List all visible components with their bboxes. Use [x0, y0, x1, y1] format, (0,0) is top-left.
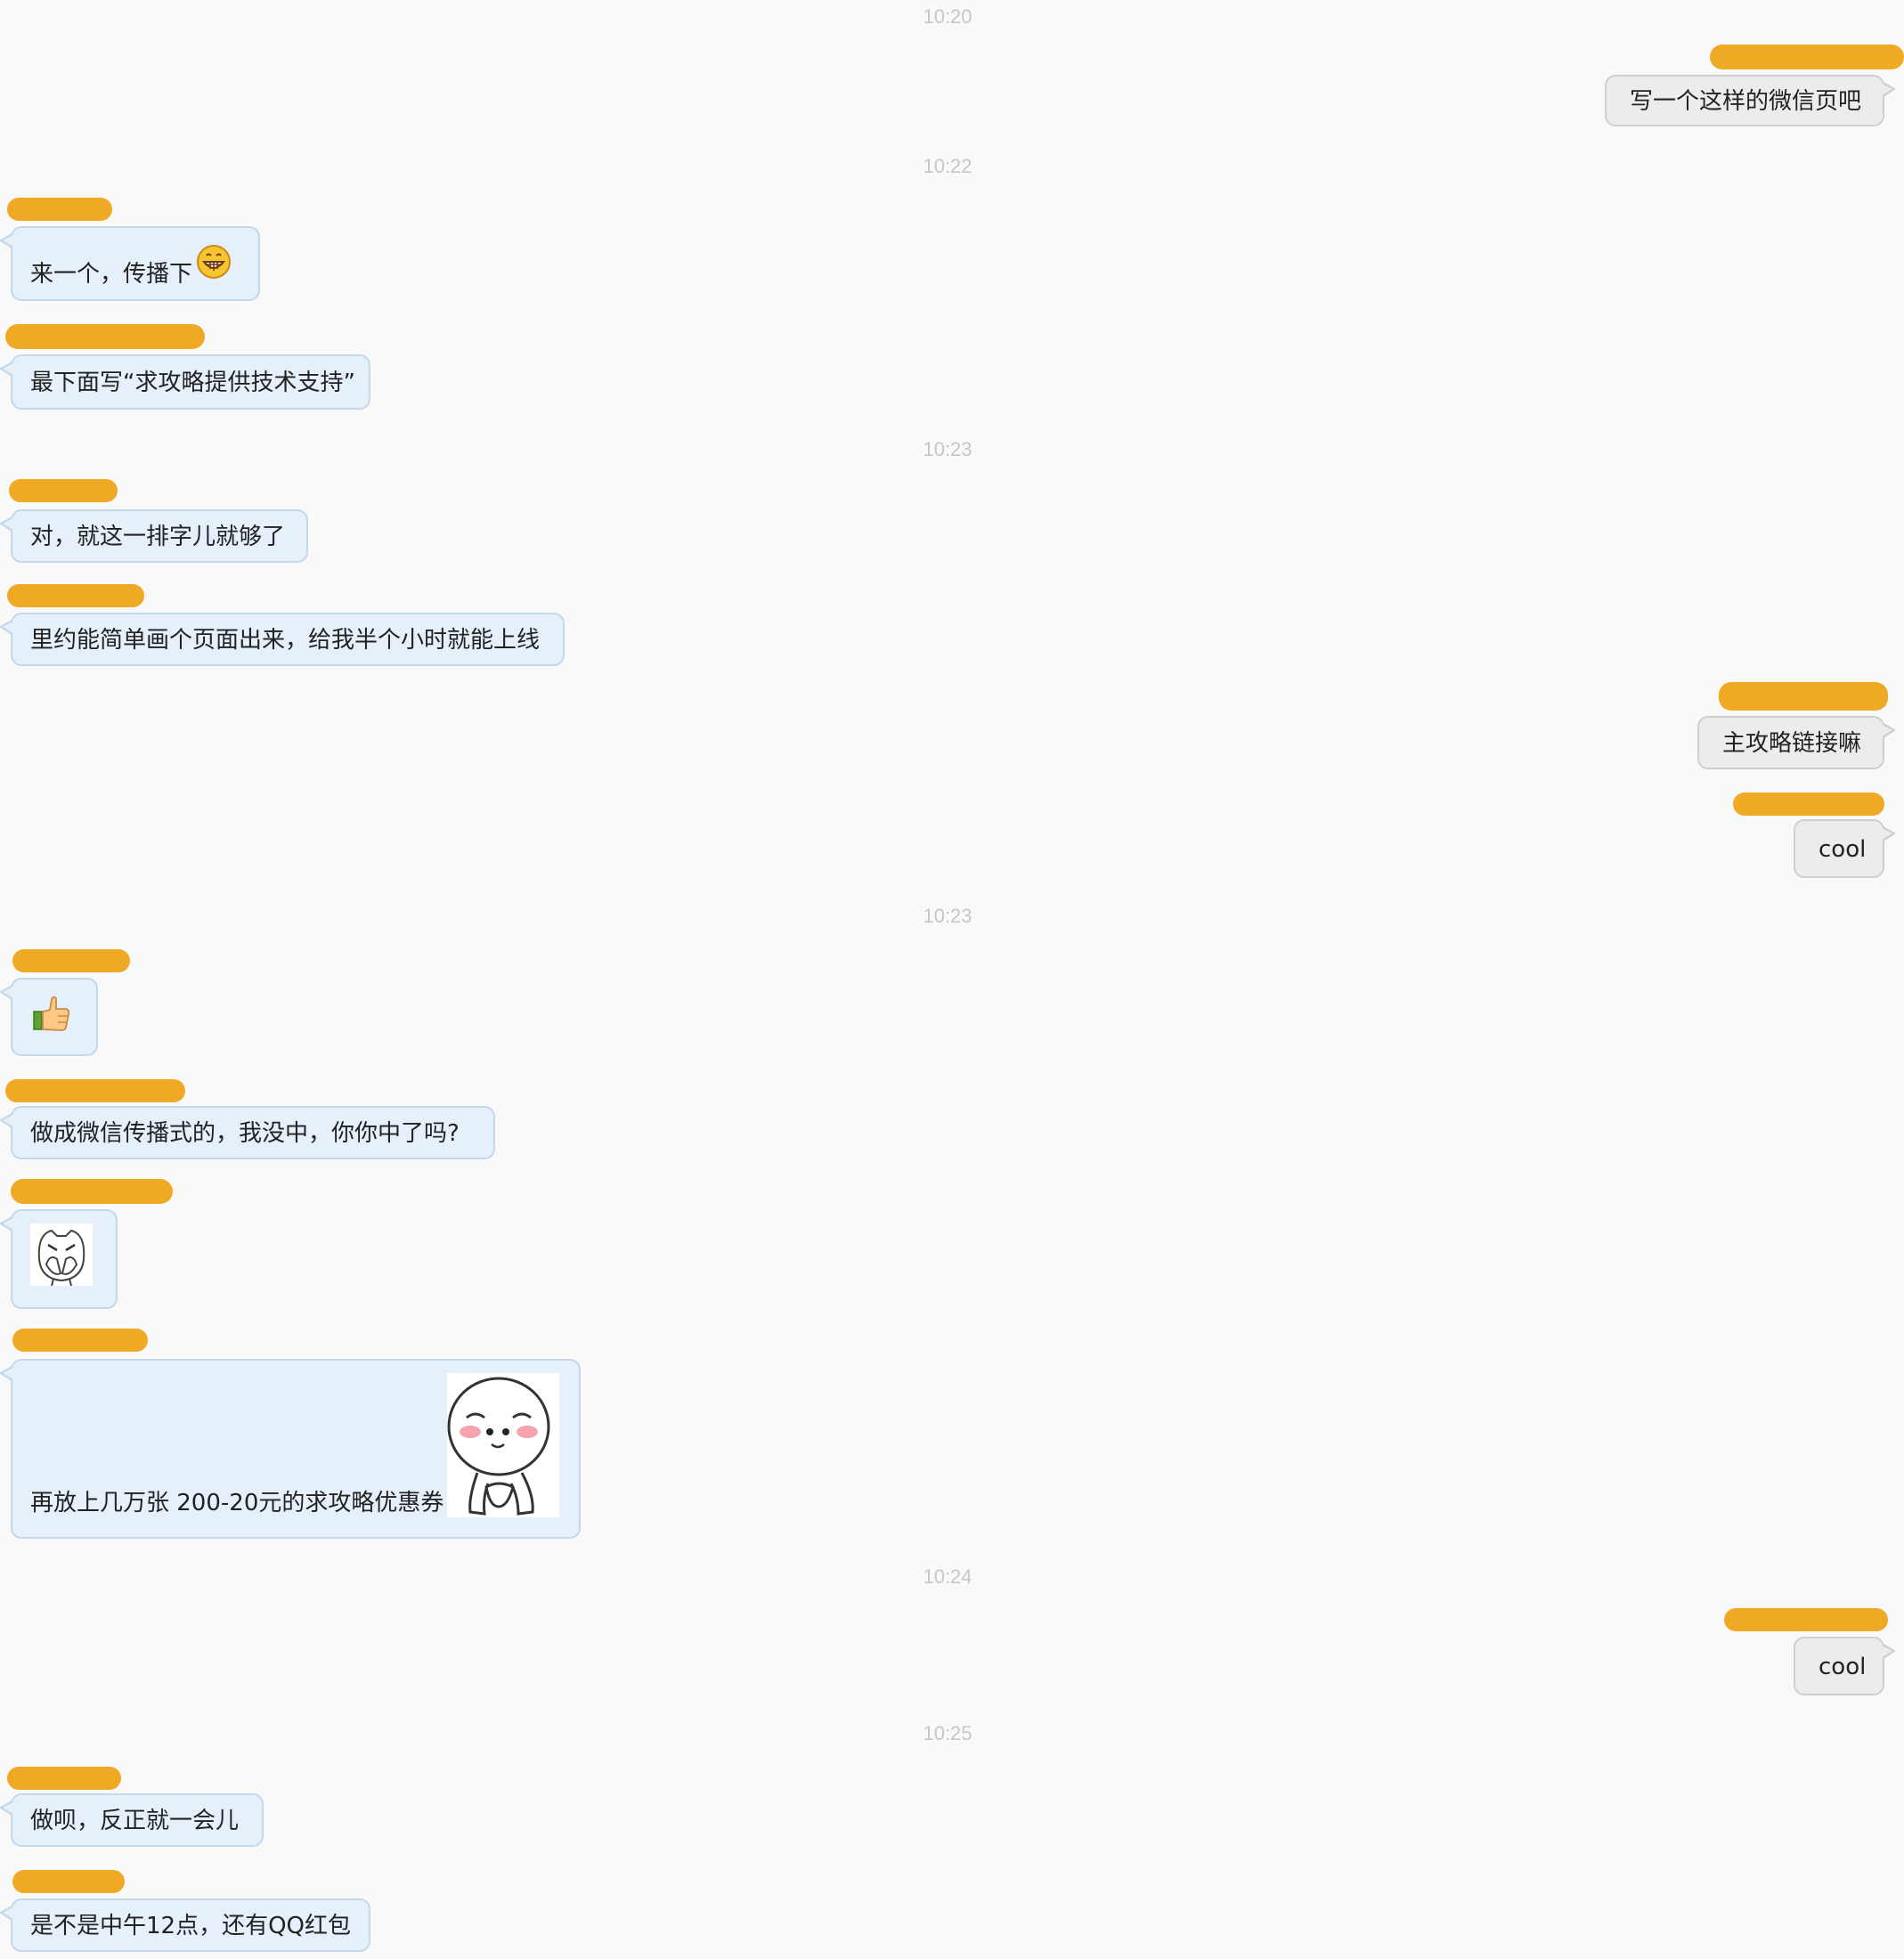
- message-text: 主攻略链接嘛: [1722, 729, 1862, 757]
- redacted-sender-name: [7, 198, 112, 221]
- message-text: 最下面写“求攻略提供技术支持”: [30, 369, 355, 396]
- message-text: 写一个这样的微信页吧: [1630, 87, 1862, 115]
- grinning-emoji-icon: [196, 244, 232, 280]
- timestamp: 10:24: [923, 1565, 972, 1588]
- redacted-sender-name: [12, 949, 130, 972]
- redacted-sender-name: [1710, 45, 1904, 69]
- redacted-sender-name: [9, 479, 118, 502]
- redacted-sender-name: [1719, 682, 1888, 711]
- message-bubble-incoming[interactable]: [0, 978, 98, 1056]
- redacted-sender-name: [5, 1079, 185, 1102]
- message-text: 来一个，传播下: [30, 260, 193, 288]
- message-bubble-outgoing[interactable]: cool: [1794, 1637, 1896, 1695]
- redacted-sender-name: [12, 1870, 125, 1893]
- redacted-sender-name: [1724, 1608, 1888, 1631]
- message-text: cool: [1819, 1653, 1867, 1680]
- redacted-sender-name: [12, 1329, 148, 1352]
- timestamp: 10:20: [923, 5, 972, 28]
- message-bubble-incoming[interactable]: 里约能简单画个页面出来，给我半个小时就能上线: [0, 613, 565, 666]
- redacted-sender-name: [7, 584, 144, 607]
- message-text: 再放上几万张 200-20元的求攻略优惠券: [30, 1489, 444, 1516]
- message-bubble-outgoing[interactable]: cool: [1794, 819, 1896, 878]
- covering-face-sticker-icon: [30, 1223, 93, 1287]
- message-bubble-incoming[interactable]: 做呗，反正就一会儿: [0, 1793, 264, 1847]
- timestamp: 10:23: [923, 905, 972, 927]
- redacted-sender-name: [1733, 793, 1884, 816]
- message-bubble-incoming[interactable]: 来一个，传播下: [0, 226, 260, 301]
- message-text: 做成微信传播式的，我没中，你你中了吗?: [30, 1119, 460, 1147]
- message-text: 是不是中午12点，还有QQ红包: [30, 1912, 352, 1939]
- message-text: 里约能简单画个页面出来，给我半个小时就能上线: [30, 626, 541, 654]
- shy-face-sticker-icon: [447, 1373, 559, 1517]
- timestamp: 10:23: [923, 438, 972, 460]
- redacted-sender-name: [7, 1767, 121, 1790]
- message-text: cool: [1819, 835, 1867, 863]
- message-bubble-incoming[interactable]: 再放上几万张 200-20元的求攻略优惠券: [0, 1359, 581, 1539]
- redacted-sender-name: [11, 1179, 173, 1204]
- message-bubble-outgoing[interactable]: 写一个这样的微信页吧: [1605, 75, 1896, 126]
- timestamp: 10:22: [923, 155, 972, 177]
- message-bubble-incoming[interactable]: 是不是中午12点，还有QQ红包: [0, 1898, 370, 1952]
- message-bubble-incoming[interactable]: 对，就这一排字儿就够了: [0, 509, 308, 563]
- message-bubble-incoming[interactable]: 最下面写“求攻略提供技术支持”: [0, 354, 370, 410]
- message-text: 做呗，反正就一会儿: [30, 1807, 240, 1834]
- message-bubble-incoming[interactable]: [0, 1209, 118, 1309]
- redacted-sender-name: [5, 324, 205, 349]
- message-text: 对，就这一排字儿就够了: [30, 523, 286, 550]
- message-bubble-outgoing[interactable]: 主攻略链接嘛: [1697, 716, 1896, 769]
- thumbs-up-emoji-icon: [30, 992, 73, 1035]
- message-bubble-incoming[interactable]: 做成微信传播式的，我没中，你你中了吗?: [0, 1106, 495, 1159]
- timestamp: 10:25: [923, 1722, 972, 1744]
